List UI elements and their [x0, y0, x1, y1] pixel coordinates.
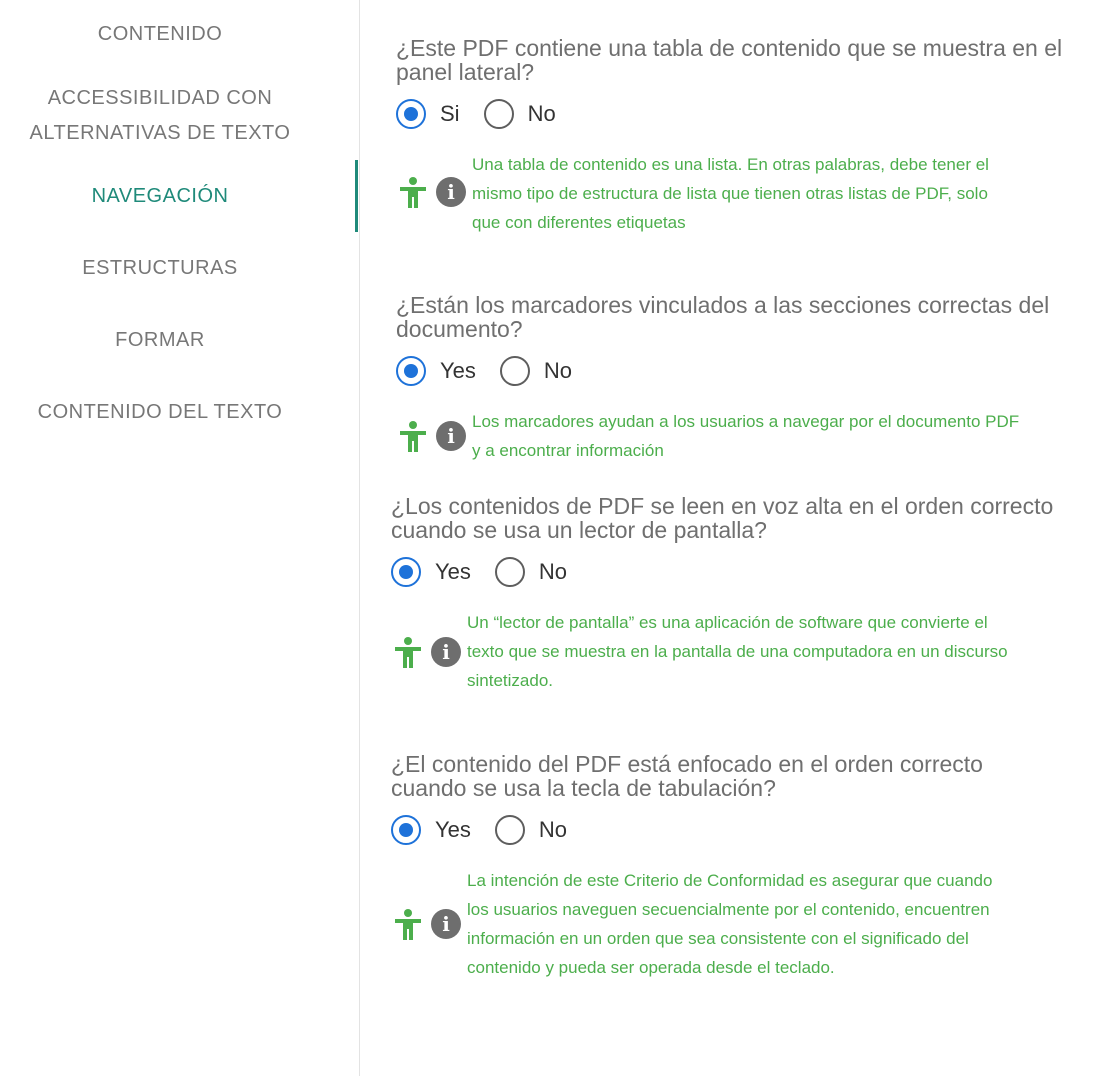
radio-selected[interactable] [391, 815, 421, 845]
radio-unselected[interactable] [494, 557, 525, 587]
active-indicator [355, 160, 358, 232]
question-3-options: Yes No [391, 557, 591, 587]
radio-selected[interactable] [391, 557, 421, 587]
sidebar-item-navegacion[interactable]: NAVEGACIÓN [0, 178, 320, 214]
radio-unselected[interactable] [483, 99, 514, 129]
option-label: No [538, 559, 568, 584]
sidebar-item-contenido-del-texto[interactable]: CONTENIDO DEL TEXTO [0, 394, 320, 430]
question-title: ¿Están los marcadores vinculados a las s… [396, 292, 1050, 342]
radio-unselected[interactable] [499, 356, 530, 386]
info-icon[interactable]: i [436, 177, 466, 207]
sidebar-nav: CONTENIDO ACCESSIBILIDAD CON ALTERNATIVA… [0, 0, 360, 1076]
question-3-tip-text: Un “lector de pantalla” es una aplicació… [467, 613, 1008, 690]
question-1-options: Si No [396, 99, 580, 129]
accessibility-person-icon [395, 637, 421, 668]
option-label: No [527, 101, 556, 126]
option-label: Yes [440, 358, 476, 383]
radio-selected[interactable] [396, 356, 426, 386]
option-yes[interactable]: Yes [396, 356, 476, 386]
question-1: ¿Este PDF contiene una tabla de contenid… [396, 36, 1086, 84]
question-title: ¿El contenido del PDF está enfocado en e… [391, 751, 983, 801]
accessibility-person-icon [400, 421, 426, 452]
sidebar-item-accesibilidad-line2[interactable]: ALTERNATIVAS DE TEXTO [0, 115, 320, 151]
question-1-tip-text: Una tabla de contenido es una lista. En … [472, 155, 989, 232]
question-2-tip-text: Los marcadores ayudan a los usuarios a n… [472, 412, 1020, 460]
sidebar-item-formar[interactable]: FORMAR [0, 322, 320, 358]
radio-selected[interactable] [396, 99, 426, 129]
accessibility-person-icon [395, 909, 421, 940]
sidebar-item-estructuras[interactable]: ESTRUCTURAS [0, 250, 320, 286]
question-4-tip-icons: i [393, 908, 461, 940]
radio-unselected[interactable] [494, 815, 525, 845]
question-title: ¿Los contenidos de PDF se leen en voz al… [391, 493, 1054, 543]
question-title: ¿Este PDF contiene una tabla de contenid… [396, 35, 1063, 85]
sidebar-item-contenido[interactable]: CONTENIDO [0, 16, 320, 52]
question-4-options: Yes No [391, 815, 591, 845]
info-icon[interactable]: i [436, 421, 466, 451]
option-label: No [543, 358, 573, 383]
question-2: ¿Están los marcadores vinculados a las s… [396, 293, 1086, 341]
question-3: ¿Los contenidos de PDF se leen en voz al… [391, 494, 1081, 542]
option-yes[interactable]: Yes [391, 557, 471, 587]
info-icon[interactable]: i [431, 909, 461, 939]
option-no[interactable]: No [494, 815, 568, 845]
question-4: ¿El contenido del PDF está enfocado en e… [391, 752, 1081, 800]
option-no[interactable]: No [499, 356, 573, 386]
option-no[interactable]: No [483, 99, 556, 129]
option-label: Yes [435, 817, 471, 842]
option-label: Si [440, 101, 460, 126]
option-yes[interactable]: Yes [391, 815, 471, 845]
accessibility-person-icon [400, 177, 426, 208]
question-2-tip-icons: i [398, 420, 466, 452]
info-icon[interactable]: i [431, 637, 461, 667]
question-2-options: Yes No [396, 356, 596, 386]
question-3-tip-icons: i [393, 636, 461, 668]
option-si[interactable]: Si [396, 99, 460, 129]
question-4-tip-text: La intención de este Criterio de Conform… [467, 871, 993, 977]
option-label: No [538, 817, 568, 842]
option-no[interactable]: No [494, 557, 568, 587]
sidebar-item-accesibilidad-line1[interactable]: ACCESSIBILIDAD CON [0, 80, 320, 116]
question-1-tip-icons: i [398, 176, 466, 208]
option-label: Yes [435, 559, 471, 584]
